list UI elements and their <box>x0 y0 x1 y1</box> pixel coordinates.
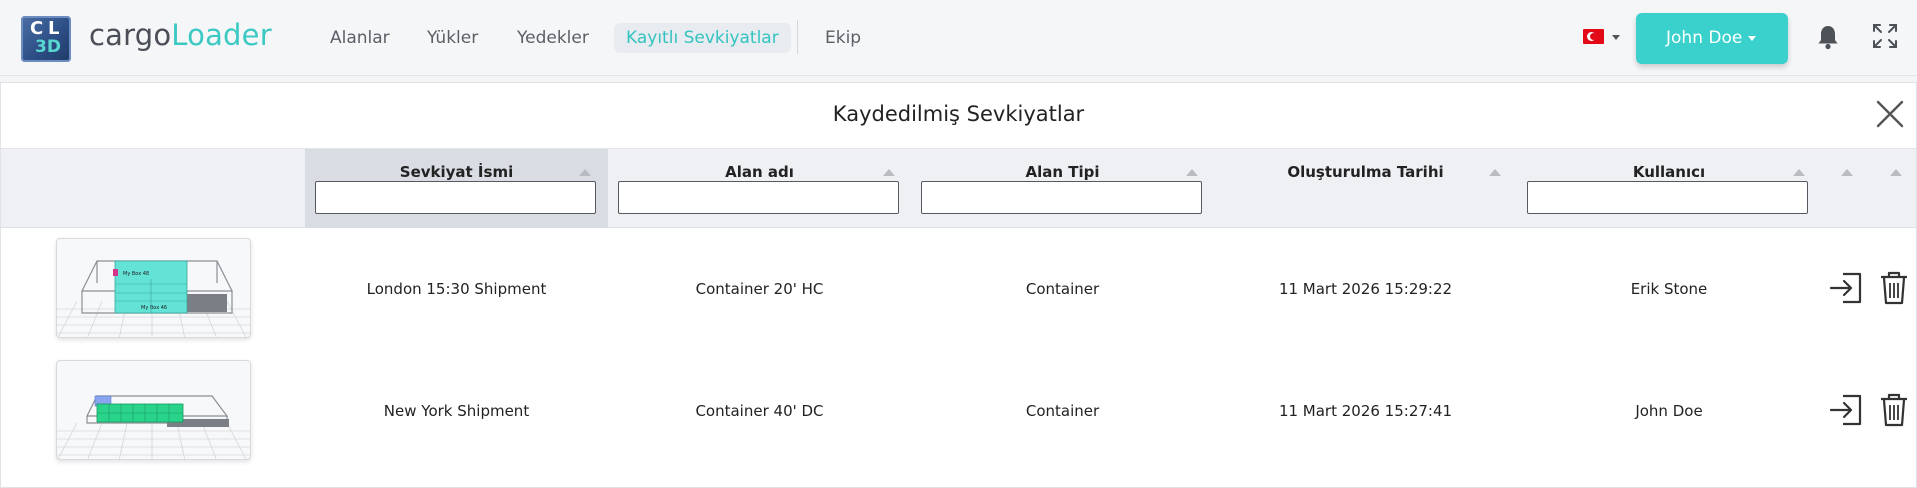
column-header-area-name[interactable]: Alan adı <box>608 149 911 228</box>
cell-user: John Doe <box>1635 402 1703 420</box>
delete-shipment-icon[interactable] <box>1879 392 1909 428</box>
column-header-shipment-name[interactable]: Sevkiyat İsmi <box>305 149 608 228</box>
top-navbar: C L 3D cargoLoader Alanlar Yükler Yedekl… <box>0 0 1917 76</box>
filter-shipment-name-input[interactable] <box>315 181 596 214</box>
close-icon[interactable] <box>1875 99 1905 129</box>
shipment-thumbnail[interactable] <box>56 360 251 460</box>
cell-shipment-name: New York Shipment <box>383 402 530 420</box>
sort-arrow-icon[interactable] <box>1186 169 1198 176</box>
filter-area-name-input[interactable] <box>618 181 899 214</box>
cell-area-type: Container <box>1025 402 1100 420</box>
column-header-created-date[interactable]: Oluşturulma Tarihi <box>1214 149 1517 228</box>
chevron-down-icon[interactable] <box>1612 35 1620 40</box>
thumbnail-box-label: My Box 48 <box>123 271 149 277</box>
logo-letter: C <box>30 18 44 39</box>
filter-user-input[interactable] <box>1527 181 1808 214</box>
load-shipment-icon[interactable] <box>1829 394 1863 426</box>
filter-area-type-input[interactable] <box>921 181 1202 214</box>
sort-arrow-icon[interactable] <box>1890 169 1902 176</box>
cell-shipment-name: London 15:30 Shipment <box>366 280 547 298</box>
column-header-thumbnail <box>1 149 305 228</box>
delete-shipment-icon[interactable] <box>1879 270 1909 306</box>
turkey-flag-icon[interactable] <box>1583 29 1604 44</box>
column-label: Kullanıcı <box>1632 163 1706 181</box>
nav-divider <box>797 20 798 54</box>
column-header-actions <box>1821 149 1916 228</box>
cell-area-name: Container 20' HC <box>695 280 824 298</box>
saved-shipments-panel: Kaydedilmiş Sevkiyatlar Sevkiyat İsmi Al… <box>0 82 1917 488</box>
user-menu-label: John Doe <box>1666 28 1743 48</box>
column-label: Alan Tipi <box>1025 163 1100 181</box>
expand-icon[interactable] <box>1871 22 1899 50</box>
nav-item-yedekler[interactable]: Yedekler <box>505 23 601 53</box>
brand-highlight: Loader <box>171 18 272 52</box>
sort-arrow-icon[interactable] <box>1841 169 1853 176</box>
sort-arrow-icon[interactable] <box>1489 169 1501 176</box>
bell-icon[interactable] <box>1817 24 1839 50</box>
user-menu-button[interactable]: John Doe <box>1636 13 1788 64</box>
chevron-down-icon <box>1748 36 1756 41</box>
table-row[interactable]: New York Shipment Container 40' DC Conta… <box>1 350 1916 472</box>
sort-arrow-icon[interactable] <box>883 169 895 176</box>
brand-name[interactable]: cargoLoader <box>89 18 272 52</box>
shipment-thumbnail[interactable]: My Box 48 My Box 46 <box>56 238 251 338</box>
table-row[interactable]: My Box 48 My Box 46 London 15:30 Shipmen… <box>1 228 1916 350</box>
cell-area-type: Container <box>1025 280 1100 298</box>
thumbnail-box-label: My Box 46 <box>141 305 167 311</box>
nav-item-ekip[interactable]: Ekip <box>813 23 873 53</box>
load-shipment-icon[interactable] <box>1829 272 1863 304</box>
logo-letter: L <box>48 18 60 39</box>
panel-title: Kaydedilmiş Sevkiyatlar <box>832 102 1085 126</box>
panel-header: Kaydedilmiş Sevkiyatlar <box>1 83 1916 149</box>
nav-item-alanlar[interactable]: Alanlar <box>318 23 402 53</box>
table-header: Sevkiyat İsmi Alan adı Alan Tipi Oluştur… <box>1 149 1916 228</box>
column-label: Sevkiyat İsmi <box>399 163 514 181</box>
sort-arrow-icon[interactable] <box>579 169 591 176</box>
nav-item-yukler[interactable]: Yükler <box>415 23 490 53</box>
cell-created-date: 11 Mart 2026 15:29:22 <box>1278 280 1453 298</box>
brand-prefix: cargo <box>89 18 172 52</box>
app-logo[interactable]: C L 3D <box>21 16 71 62</box>
cell-created-date: 11 Mart 2026 15:27:41 <box>1278 402 1453 420</box>
cell-area-name: Container 40' DC <box>695 402 824 420</box>
cell-user: Erik Stone <box>1630 280 1708 298</box>
column-label: Alan adı <box>725 163 794 181</box>
nav-item-kayitli-sevkiyatlar[interactable]: Kayıtlı Sevkiyatlar <box>614 23 791 53</box>
logo-letter: 3D <box>35 37 61 57</box>
sort-arrow-icon[interactable] <box>1793 169 1805 176</box>
column-header-area-type[interactable]: Alan Tipi <box>911 149 1214 228</box>
column-header-user[interactable]: Kullanıcı <box>1517 149 1821 228</box>
column-label: Oluşturulma Tarihi <box>1287 163 1444 181</box>
